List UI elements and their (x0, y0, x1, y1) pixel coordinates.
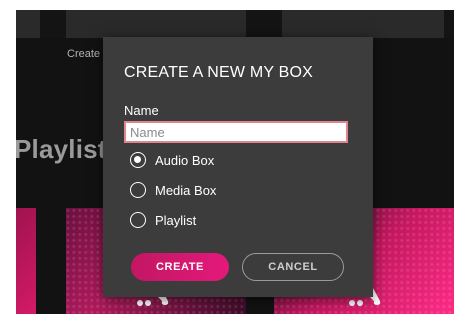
header-band (16, 10, 454, 38)
create-box-dialog: CREATE A NEW MY BOX Name Audio Box Media… (103, 37, 373, 297)
name-input[interactable] (124, 121, 348, 143)
screenshot-frame: Create Playlist CREATE A NEW MY BOX Name… (0, 0, 458, 324)
radio-media-box[interactable] (130, 182, 146, 198)
radio-playlist[interactable] (130, 212, 146, 228)
header-divider (444, 10, 454, 38)
create-button[interactable]: CREATE (131, 253, 229, 281)
header-divider (40, 10, 66, 38)
option-playlist[interactable]: Playlist (130, 210, 196, 230)
create-link[interactable]: Create (67, 48, 100, 60)
cancel-button[interactable]: CANCEL (242, 253, 344, 281)
option-label: Audio Box (155, 152, 215, 168)
name-label: Name (124, 103, 159, 118)
option-label: Playlist (155, 212, 197, 228)
radio-audio-box[interactable] (130, 152, 146, 168)
option-audio-box[interactable]: Audio Box (130, 150, 214, 170)
playlist-card[interactable] (16, 208, 36, 314)
option-media-box[interactable]: Media Box (130, 180, 216, 200)
playlist-heading: Playlist (16, 134, 107, 164)
option-label: Media Box (155, 182, 217, 198)
dialog-title: CREATE A NEW MY BOX (124, 64, 314, 81)
header-divider (246, 10, 282, 38)
